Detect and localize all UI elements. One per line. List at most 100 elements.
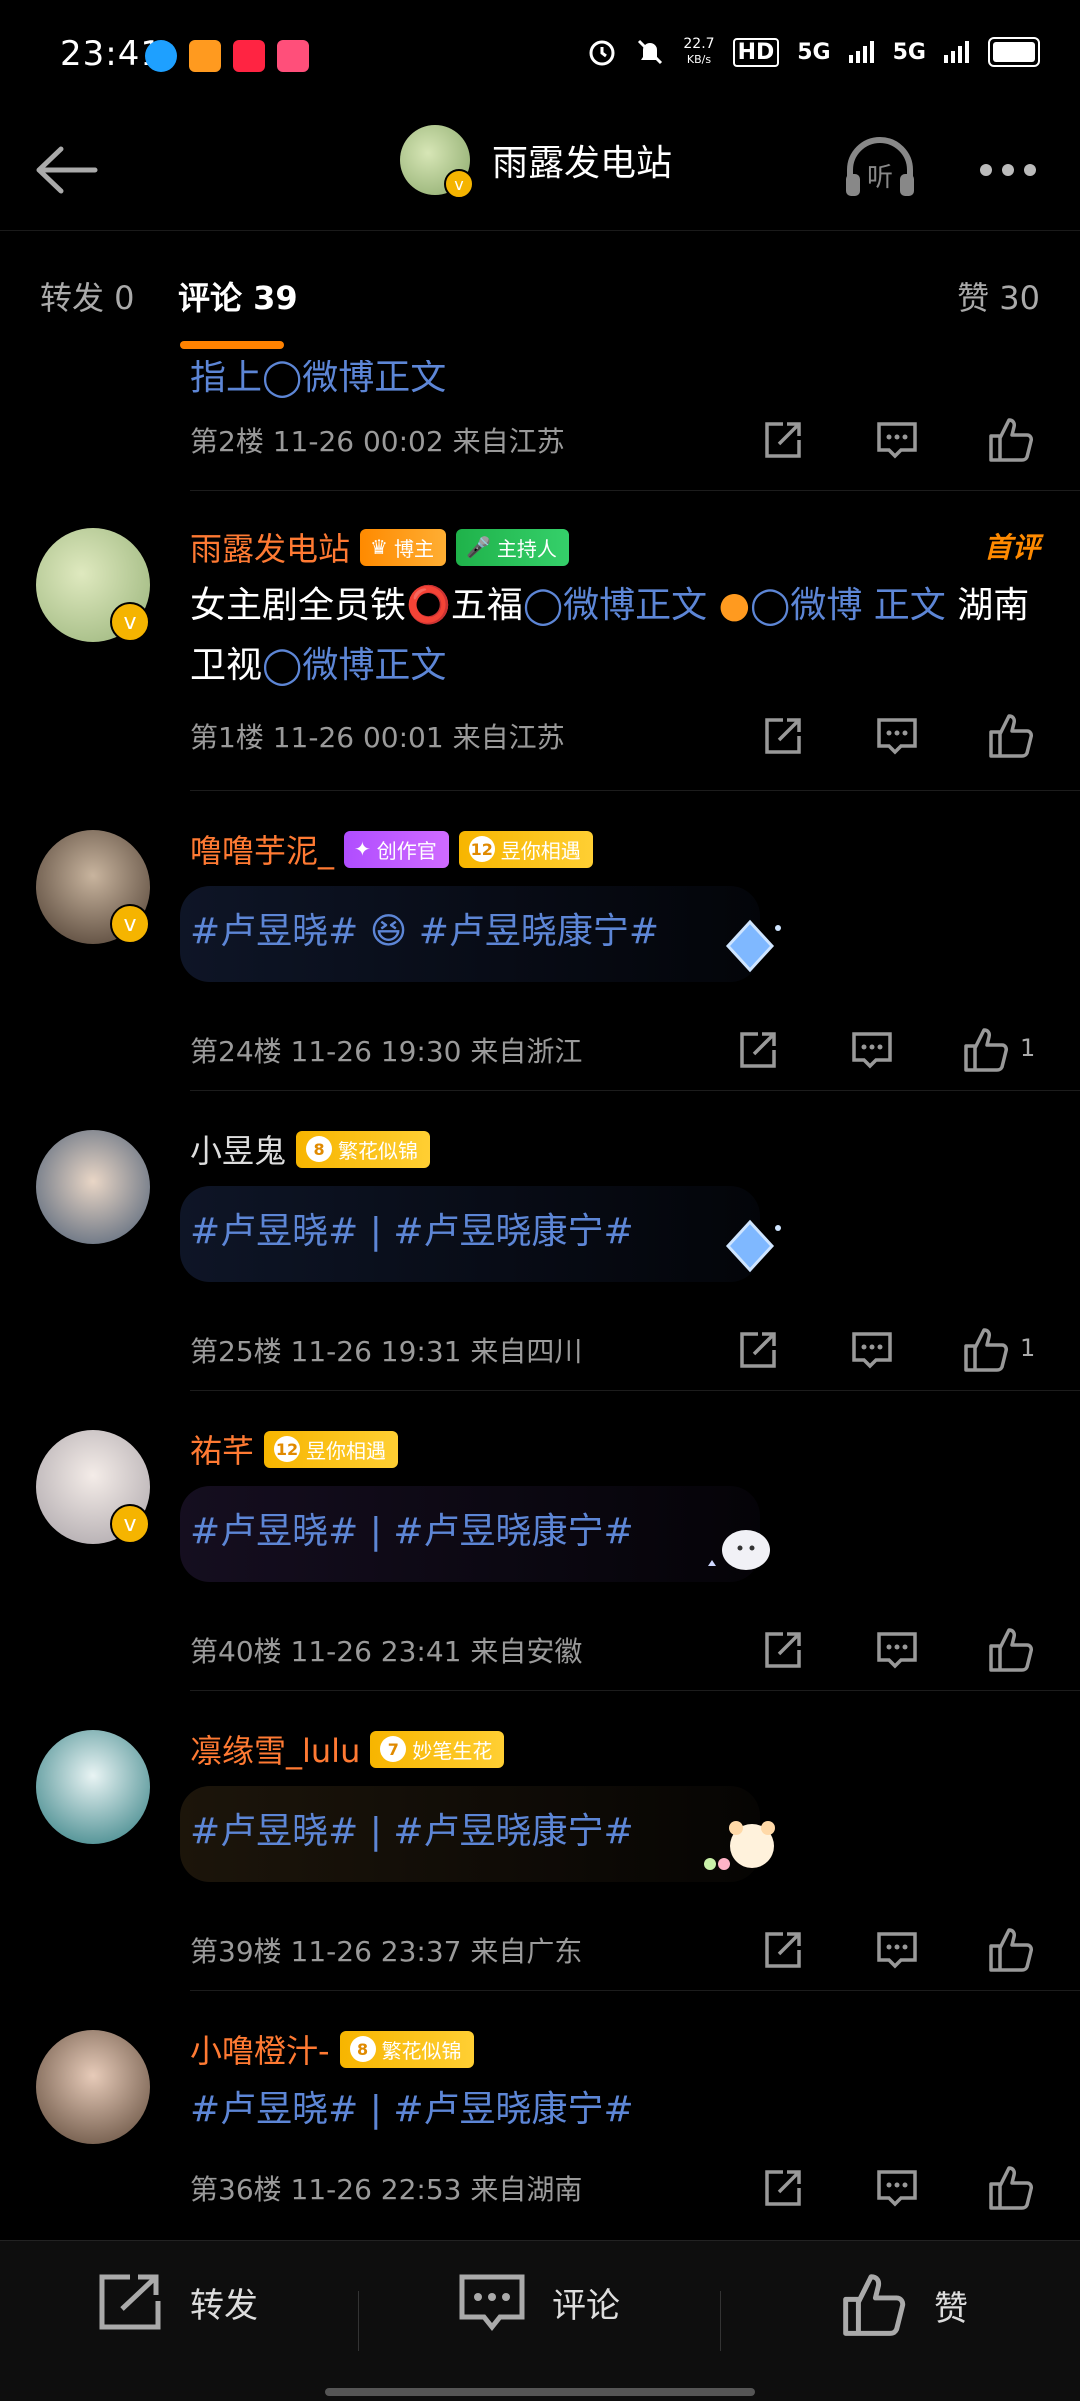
listen-label: 听 [867, 163, 893, 193]
header-title-area[interactable]: v 雨露发电站 [400, 125, 673, 199]
creator-icon: ✦ [354, 837, 371, 861]
thumbs-up-icon [964, 1028, 1008, 1072]
repost-button[interactable]: 转发 [96, 2271, 258, 2333]
like-button[interactable] [983, 2160, 1039, 2216]
comment-item: 小噜橙汁- 8 繁花似锦 #卢昱晓# | #卢昱晓康宁# 第36楼 11-26 2… [0, 1990, 1080, 2240]
share-button[interactable] [755, 1622, 811, 1678]
tab-likes[interactable]: 赞 30 [957, 273, 1040, 319]
fan-level-badge[interactable]: 12 昱你相遇 [458, 830, 593, 868]
comment-text[interactable]: #卢昱晓# | #卢昱晓康宁# [190, 1202, 634, 1262]
username[interactable]: 小昱鬼 [190, 1126, 286, 1172]
first-comment-badge: 首评 [983, 531, 1040, 564]
network-speed: 22.7 KB/s [683, 36, 714, 68]
avatar[interactable] [36, 1730, 150, 1844]
reply-button[interactable] [869, 708, 925, 764]
share-button[interactable] [755, 708, 811, 764]
like-button[interactable] [983, 1622, 1039, 1678]
host-badge[interactable]: 🎤 主持人 [455, 528, 569, 566]
back-button[interactable] [30, 134, 102, 206]
share-button[interactable] [755, 1922, 811, 1978]
listen-button[interactable]: 听 [840, 130, 920, 210]
comment-button[interactable]: 评论 [458, 2271, 620, 2333]
comment-header: 小昱鬼 8 繁花似锦 [190, 1126, 431, 1172]
mic-icon: 🎤 [465, 535, 491, 559]
thumbs-up-icon [989, 1928, 1033, 1972]
tab-comments[interactable]: 评论 39 [178, 273, 298, 319]
fan-level-badge[interactable]: 8 繁花似锦 [339, 2030, 474, 2068]
comment-header: 噜噜芋泥_ ✦ 创作官 12 昱你相遇 [190, 826, 593, 872]
signal-5g-2: 5G [892, 39, 926, 65]
comment-icon [877, 422, 917, 459]
share-icon [765, 1932, 801, 1968]
share-button[interactable] [755, 2160, 811, 2216]
share-icon [99, 2274, 161, 2330]
username[interactable]: 噜噜芋泥_ [190, 826, 334, 872]
comment-text[interactable]: #卢昱晓# 😆 #卢昱晓康宁# [190, 902, 659, 962]
comment-meta: 第25楼 11-26 19:31 来自四川 [190, 1335, 583, 1368]
fan-level-number: 12 [274, 1436, 301, 1462]
diamond-sticker-icon [725, 919, 781, 973]
reply-button[interactable] [869, 1922, 925, 1978]
like-button[interactable] [983, 412, 1039, 468]
fan-level-badge[interactable]: 7 妙笔生花 [370, 1730, 505, 1768]
avatar[interactable] [36, 2030, 150, 2144]
comment-list[interactable]: 指上◯微博正文 第2楼 11-26 00:02 来自江苏 v 雨露发电站 ♛ 博主… [0, 360, 1080, 2240]
comment-item: v 雨露发电站 ♛ 博主 🎤 主持人 首评 女主剧全员铁⭕五福◯微博正文 ●◯微博 … [0, 490, 1080, 791]
reply-button[interactable] [869, 412, 925, 468]
arrow-left-icon [36, 146, 98, 194]
comment-text[interactable]: #卢昱晓# | #卢昱晓康宁# [190, 2080, 634, 2140]
like-button[interactable] [983, 708, 1039, 764]
weibo-link[interactable]: 正文 [874, 585, 946, 626]
share-icon [765, 2170, 801, 2206]
share-button[interactable] [730, 1022, 786, 1078]
fan-level-badge[interactable]: 8 繁花似锦 [296, 1130, 431, 1168]
comment-meta: 第40楼 11-26 23:41 来自安徽 [190, 1635, 583, 1668]
avatar[interactable]: v [36, 1430, 150, 1544]
signal-bars-icon-2 [944, 41, 969, 63]
page-title: 雨露发电站 [492, 143, 673, 184]
comment-item: v 噜噜芋泥_ ✦ 创作官 12 昱你相遇 #卢昱晓# 😆 #卢昱晓康宁# 第24楼… [0, 790, 1080, 1091]
weibo-link[interactable]: 微博正文 [302, 645, 446, 686]
username[interactable]: 雨露发电站 [190, 524, 350, 570]
comment-icon [852, 1032, 892, 1069]
comment-actions: 1 [730, 1022, 1035, 1078]
tab-repost[interactable]: 转发 0 [40, 273, 135, 319]
mute-icon [638, 39, 663, 65]
share-button[interactable] [755, 412, 811, 468]
avatar[interactable] [36, 1130, 150, 1244]
blogger-badge[interactable]: ♛ 博主 [360, 528, 446, 566]
avatar[interactable]: v [36, 830, 150, 944]
fan-level-badge[interactable]: 12 昱你相遇 [264, 1430, 399, 1468]
comment-text: 指上◯微博正文 [190, 360, 447, 398]
more-options-button[interactable] [980, 155, 1050, 185]
reply-button[interactable] [844, 1322, 900, 1378]
home-indicator[interactable] [325, 2388, 755, 2396]
weibo-icon [189, 40, 221, 72]
username[interactable]: 凛缘雪_lulu [190, 1726, 360, 1772]
weibo-link[interactable]: 微博正文 [563, 585, 707, 626]
weibo-link[interactable]: 微博 [790, 585, 862, 626]
like-button[interactable]: 1 [958, 1022, 1035, 1078]
avatar[interactable]: v [36, 528, 150, 642]
comment-text[interactable]: #卢昱晓# | #卢昱晓康宁# [190, 1802, 634, 1862]
like-button[interactable]: 1 [958, 1322, 1035, 1378]
alarm-icon [589, 40, 615, 66]
username[interactable]: 祐芊 [190, 1426, 254, 1472]
creator-badge[interactable]: ✦ 创作官 [344, 830, 449, 868]
reply-button[interactable] [869, 2160, 925, 2216]
comment-meta: 第36楼 11-26 22:53 来自湖南 [190, 2173, 583, 2206]
comment-icon [877, 1932, 917, 1969]
comment-meta: 第2楼 11-26 00:02 来自江苏 [190, 425, 565, 458]
comment-meta: 第24楼 11-26 19:30 来自浙江 [190, 1035, 583, 1068]
comment-text[interactable]: #卢昱晓# | #卢昱晓康宁# [190, 1502, 634, 1562]
badge-label: 昱你相遇 [500, 838, 581, 863]
username[interactable]: 小噜橙汁- [190, 2026, 330, 2072]
share-button[interactable] [730, 1322, 786, 1378]
reply-button[interactable] [869, 1622, 925, 1678]
like-post-button[interactable]: 赞 [840, 2271, 968, 2339]
header-avatar[interactable]: v [400, 125, 474, 199]
share-icon [765, 422, 801, 458]
like-button[interactable] [983, 1922, 1039, 1978]
fan-level-number: 8 [349, 2036, 376, 2062]
reply-button[interactable] [844, 1022, 900, 1078]
